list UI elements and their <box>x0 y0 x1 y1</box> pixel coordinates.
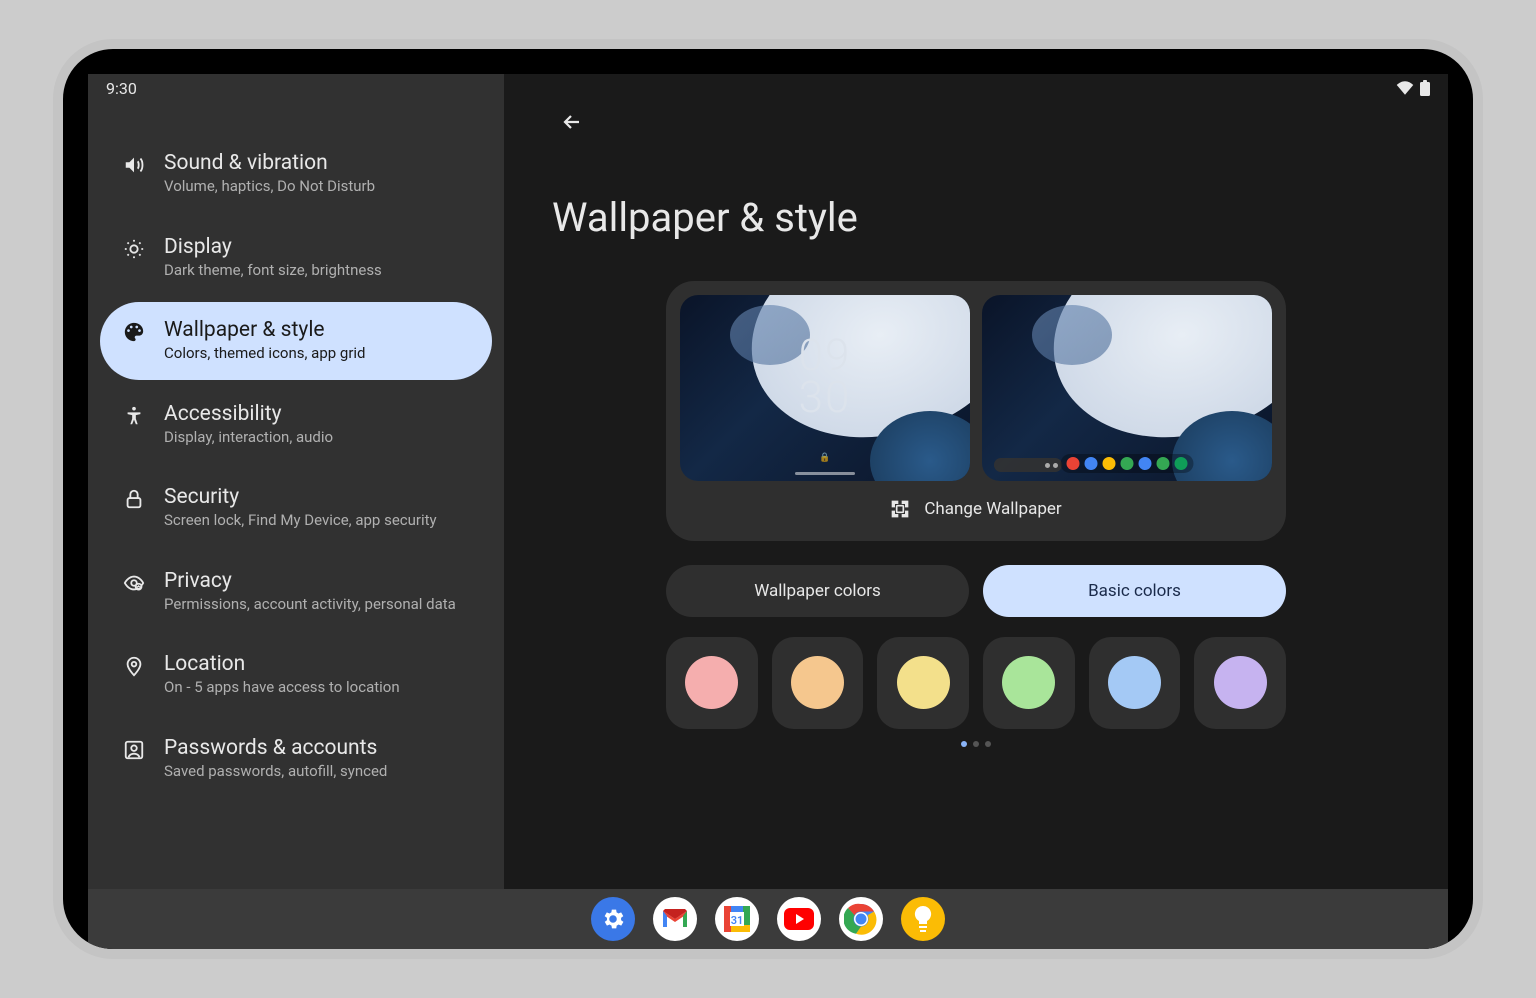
color-swatch-purple[interactable] <box>1194 637 1286 729</box>
privacy-icon <box>122 571 146 595</box>
color-swatches <box>666 637 1286 729</box>
color-swatch-yellow[interactable] <box>877 637 969 729</box>
location-icon <box>122 654 146 678</box>
setting-title: Location <box>164 652 470 676</box>
app-chrome[interactable] <box>839 897 883 941</box>
status-bar: 9:30 <box>106 74 1430 102</box>
sidebar-item-sound[interactable]: Sound & vibration Volume, haptics, Do No… <box>100 135 492 213</box>
setting-subtitle: Permissions, account activity, personal … <box>164 595 470 615</box>
setting-subtitle: Volume, haptics, Do Not Disturb <box>164 177 470 197</box>
lockscreen-preview[interactable]: 09 30 🔒 <box>680 295 970 481</box>
app-settings[interactable] <box>591 897 635 941</box>
setting-subtitle: On - 5 apps have access to location <box>164 678 470 698</box>
setting-title: Display <box>164 235 470 259</box>
setting-subtitle: Screen lock, Find My Device, app securit… <box>164 511 470 531</box>
lock-small-icon: 🔒 <box>819 453 830 463</box>
color-swatch-green[interactable] <box>983 637 1075 729</box>
back-button[interactable] <box>552 102 592 142</box>
homescreen-preview[interactable] <box>982 295 1272 481</box>
sidebar-item-privacy[interactable]: Privacy Permissions, account activity, p… <box>100 553 492 631</box>
app-keep[interactable] <box>901 897 945 941</box>
sidebar-item-display[interactable]: Display Dark theme, font size, brightnes… <box>100 219 492 297</box>
wallpaper-preview-card: 09 30 🔒 <box>666 281 1286 541</box>
color-swatch-blue[interactable] <box>1089 637 1181 729</box>
wifi-icon <box>1396 81 1414 95</box>
tab-basic-colors[interactable]: Basic colors <box>983 565 1286 617</box>
sidebar-item-accessibility[interactable]: Accessibility Display, interaction, audi… <box>100 386 492 464</box>
tablet-frame: 9:30 Sound & vibration <box>53 39 1483 959</box>
setting-subtitle: Dark theme, font size, brightness <box>164 261 470 281</box>
app-gmail[interactable] <box>653 897 697 941</box>
app-calendar[interactable]: 31 <box>715 897 759 941</box>
sidebar-item-wallpaper[interactable]: Wallpaper & style Colors, themed icons, … <box>100 302 492 380</box>
accessibility-icon <box>122 404 146 428</box>
setting-subtitle: Colors, themed icons, app grid <box>164 344 470 364</box>
status-time: 9:30 <box>106 79 137 98</box>
account-icon <box>122 738 146 762</box>
setting-title: Passwords & accounts <box>164 736 470 760</box>
palette-icon <box>122 320 146 344</box>
color-tabs: Wallpaper colors Basic colors <box>666 565 1286 617</box>
taskbar: 31 <box>88 889 1448 949</box>
setting-title: Sound & vibration <box>164 151 470 175</box>
battery-icon <box>1420 80 1430 96</box>
pager-dot[interactable] <box>961 741 967 747</box>
sidebar-item-security[interactable]: Security Screen lock, Find My Device, ap… <box>100 469 492 547</box>
setting-subtitle: Display, interaction, audio <box>164 428 470 448</box>
change-wallpaper-button[interactable]: Change Wallpaper <box>680 481 1272 527</box>
tab-wallpaper-colors[interactable]: Wallpaper colors <box>666 565 969 617</box>
svg-text:31: 31 <box>731 914 744 927</box>
color-swatch-orange[interactable] <box>772 637 864 729</box>
settings-sidebar: Sound & vibration Volume, haptics, Do No… <box>88 74 504 889</box>
setting-title: Security <box>164 485 470 509</box>
setting-title: Wallpaper & style <box>164 318 470 342</box>
setting-title: Privacy <box>164 569 470 593</box>
brightness-icon <box>122 237 146 261</box>
page-title: Wallpaper & style <box>552 194 1400 241</box>
change-wallpaper-label: Change Wallpaper <box>924 499 1061 519</box>
pager-dot[interactable] <box>985 741 991 747</box>
wallpaper-icon <box>890 499 910 519</box>
lock-clock: 09 30 <box>799 335 852 419</box>
pager-dot[interactable] <box>973 741 979 747</box>
app-youtube[interactable] <box>777 897 821 941</box>
sidebar-item-location[interactable]: Location On - 5 apps have access to loca… <box>100 636 492 714</box>
lock-icon <box>122 487 146 511</box>
detail-panel: Wallpaper & style 09 30 🔒 <box>504 74 1448 889</box>
screen: 9:30 Sound & vibration <box>88 74 1448 949</box>
setting-title: Accessibility <box>164 402 470 426</box>
setting-subtitle: Saved passwords, autofill, synced <box>164 762 470 782</box>
pager-dots <box>552 741 1400 747</box>
volume-icon <box>122 153 146 177</box>
sidebar-item-passwords[interactable]: Passwords & accounts Saved passwords, au… <box>100 720 492 798</box>
color-swatch-pink[interactable] <box>666 637 758 729</box>
